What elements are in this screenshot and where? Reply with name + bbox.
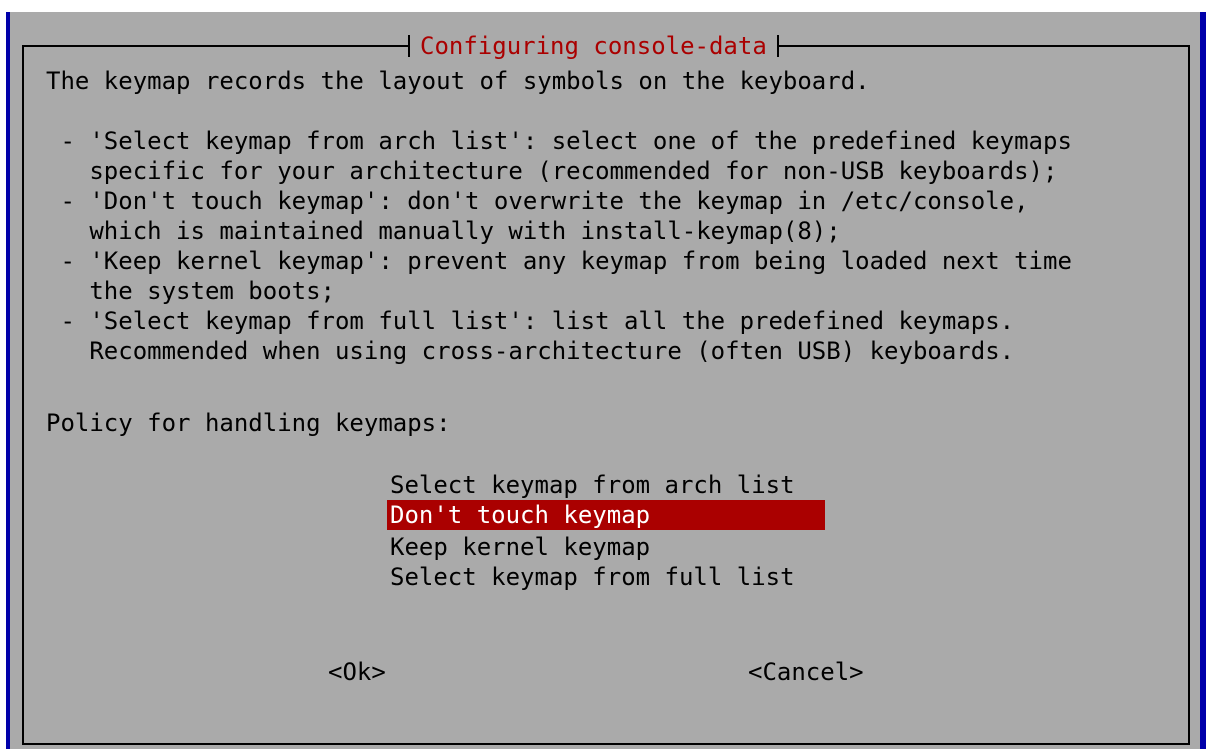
description-line: The keymap records the layout of symbols… (46, 67, 870, 95)
option-select-full-list[interactable]: Select keymap from full list (387, 562, 825, 592)
description-line: - 'Select keymap from full list': list a… (46, 307, 1015, 335)
policy-prompt: Policy for handling keymaps: (46, 409, 451, 437)
cancel-button[interactable]: <Cancel> (748, 657, 864, 687)
option-dont-touch-keymap[interactable]: Don't touch keymap (387, 500, 825, 530)
config-dialog: Configuring console-data The keymap reco… (10, 12, 1200, 749)
option-select-arch-list[interactable]: Select keymap from arch list (387, 470, 825, 500)
screen-left-edge (0, 0, 6, 749)
ok-button[interactable]: <Ok> (328, 657, 386, 687)
description-line: the system boots; (46, 277, 335, 305)
description-line: which is maintained manually with instal… (46, 217, 841, 245)
description-line: Recommended when using cross-architectur… (46, 337, 1015, 365)
description-line: specific for your architecture (recommen… (46, 157, 1058, 185)
dialog-title-bar: Configuring console-data (408, 33, 779, 59)
title-right-tick (776, 35, 779, 57)
description-line: - 'Select keymap from arch list': select… (46, 127, 1072, 155)
option-keep-kernel-keymap[interactable]: Keep kernel keymap (387, 532, 825, 562)
description-line: - 'Keep kernel keymap': prevent any keym… (46, 247, 1072, 275)
description-line: - 'Don't touch keymap': don't overwrite … (46, 187, 1029, 215)
dialog-title: Configuring console-data (420, 32, 767, 60)
screen-top-edge (0, 0, 1206, 12)
